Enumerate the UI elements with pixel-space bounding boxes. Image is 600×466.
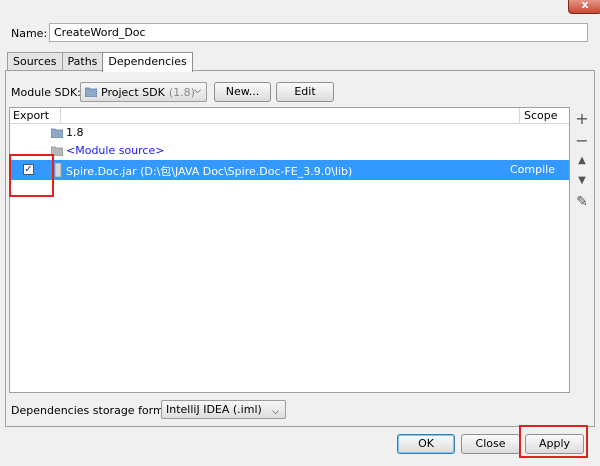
- chevron-down-icon: ⌵: [272, 407, 279, 417]
- module-sdk-version: (1.8): [168, 85, 195, 99]
- dependency-name: 1.8: [66, 126, 84, 139]
- edit-icon[interactable]: ✎: [575, 194, 589, 210]
- column-header-export[interactable]: Export: [13, 109, 49, 122]
- dependency-scope[interactable]: Compile: [510, 163, 555, 176]
- add-icon[interactable]: +: [575, 109, 589, 128]
- edit-sdk-button[interactable]: Edit: [276, 82, 334, 102]
- module-sdk-label: Module SDK:: [11, 86, 81, 99]
- remove-icon[interactable]: −: [575, 131, 589, 150]
- dependencies-table: Export Scope 1.8 <Module source> ✓ Spire…: [9, 107, 570, 393]
- move-down-icon[interactable]: ▼: [575, 175, 589, 186]
- table-row-selected[interactable]: ✓ Spire.Doc.jar (D:\包\JAVA Doc\Spire.Doc…: [10, 160, 569, 180]
- close-button[interactable]: Close: [461, 434, 520, 454]
- storage-format-select[interactable]: IntelliJ IDEA (.iml) ⌵: [161, 400, 286, 419]
- chevron-down-icon: ⌵: [194, 86, 201, 96]
- highlight-box-checkbox: [9, 154, 54, 197]
- new-sdk-button[interactable]: New...: [214, 82, 271, 102]
- tab-paths[interactable]: Paths: [61, 52, 104, 71]
- column-header-scope[interactable]: Scope: [524, 109, 558, 122]
- table-row[interactable]: <Module source>: [10, 142, 569, 160]
- table-header: Export Scope: [10, 108, 569, 124]
- storage-format-value: IntelliJ IDEA (.iml): [166, 403, 262, 416]
- name-input[interactable]: CreateWord_Doc: [49, 23, 588, 42]
- tab-bar: Sources Paths Dependencies: [7, 52, 193, 72]
- module-sdk-value: Project SDK: [101, 85, 165, 99]
- ok-button[interactable]: OK: [397, 434, 455, 454]
- move-up-icon[interactable]: ▲: [575, 155, 589, 166]
- dependency-name: Spire.Doc.jar (D:\包\JAVA Doc\Spire.Doc-F…: [66, 165, 353, 178]
- name-label: Name:: [11, 27, 48, 40]
- folder-icon: [51, 128, 63, 138]
- dependency-name: <Module source>: [66, 144, 165, 157]
- window-close-button[interactable]: x: [568, 0, 600, 14]
- module-sdk-select[interactable]: Project SDK (1.8) ⌵: [80, 82, 207, 102]
- folder-icon: [85, 87, 97, 97]
- jar-icon: [54, 163, 62, 177]
- tab-dependencies[interactable]: Dependencies: [102, 52, 193, 72]
- tab-sources[interactable]: Sources: [7, 52, 63, 71]
- table-row[interactable]: 1.8: [10, 124, 569, 142]
- highlight-box-apply: [519, 425, 588, 458]
- storage-format-label: Dependencies storage format:: [11, 404, 179, 417]
